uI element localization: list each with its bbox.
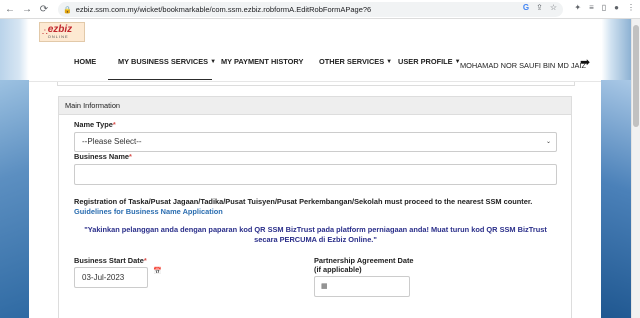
extensions-icon[interactable]: ✦: [574, 3, 581, 12]
left-decoration: [0, 80, 29, 318]
back-icon[interactable]: ←: [3, 2, 17, 16]
menu-other-services-label: OTHER SERVICES: [319, 57, 385, 66]
ezbiz-logo[interactable]: ∴ ezbiz ONLINE: [39, 22, 85, 42]
calendar-icon[interactable]: 📅: [153, 267, 162, 275]
partnership-date-label-2: (if applicable): [314, 265, 362, 274]
lock-icon: 🔒: [63, 6, 72, 14]
user-name: MOHAMAD NOR SAUFI BIN MD JAIZ: [460, 61, 587, 70]
chevron-down-icon: ⌄: [545, 139, 551, 145]
business-name-input[interactable]: [74, 164, 557, 185]
panel-heading: Main Information: [59, 97, 571, 115]
media-icon[interactable]: ≡: [589, 3, 594, 12]
promo-line-1: "Yakinkan pelanggan anda dengan paparan …: [84, 225, 547, 234]
share-icon[interactable]: ⇪: [536, 3, 543, 12]
menu-icon[interactable]: ⋮: [627, 3, 635, 12]
reload-icon[interactable]: ⟳: [37, 2, 51, 16]
right-decoration: [601, 80, 631, 318]
name-type-selected: --Please Select--: [82, 137, 142, 146]
name-type-select[interactable]: --Please Select-- ⌄: [74, 132, 557, 152]
sidepanel-icon[interactable]: ▯: [602, 3, 606, 12]
main-content: Main Information Name Type* --Please Sel…: [29, 81, 601, 318]
url-text: ezbiz.ssm.com.my/wicket/bookmarkable/com…: [75, 5, 372, 14]
business-name-label: Business Name*: [74, 152, 132, 161]
menu-home-label: HOME: [74, 57, 97, 66]
menu-user-profile[interactable]: USER PROFILE ▼: [398, 57, 461, 66]
required-mark: *: [112, 120, 116, 129]
main-menu: HOME MY BUSINESS SERVICES ▼ MY PAYMENT H…: [29, 53, 601, 81]
promo-line-2: secara PERCUMA di Ezbiz Online.": [254, 235, 377, 244]
required-mark: *: [129, 152, 132, 161]
scrollbar-thumb[interactable]: [633, 25, 639, 127]
menu-my-payment-history[interactable]: MY PAYMENT HISTORY: [221, 57, 303, 66]
active-menu-underline: [108, 79, 212, 80]
profile-icon[interactable]: ●: [614, 3, 619, 12]
partnership-date-input[interactable]: ▦: [314, 276, 410, 297]
start-date-input[interactable]: 03-Jul-2023: [74, 267, 148, 288]
logo-dots-icon: ∴: [42, 26, 48, 37]
menu-my-payment-history-label: MY PAYMENT HISTORY: [221, 57, 304, 66]
chevron-down-icon: ▼: [210, 58, 217, 65]
google-icon[interactable]: G: [523, 3, 529, 12]
partnership-date-label-1: Partnership Agreement Date: [314, 256, 414, 265]
star-icon[interactable]: ☆: [550, 3, 557, 12]
page-scrollbar[interactable]: [631, 19, 640, 318]
tab-strip: [57, 82, 575, 86]
biztrust-promo: "Yakinkan pelanggan anda dengan paparan …: [74, 225, 557, 245]
counter-notice: Registration of Taska/Pusat Jagaan/Tadik…: [74, 197, 533, 206]
menu-home[interactable]: HOME: [74, 57, 96, 66]
menu-user-profile-label: USER PROFILE: [398, 57, 453, 66]
chevron-down-icon: ▼: [386, 58, 393, 65]
sign-out-icon[interactable]: ➡: [577, 55, 593, 69]
required-mark: *: [143, 256, 147, 265]
site-header: ∴ ezbiz ONLINE HOME MY BUSINESS SERVICES…: [29, 19, 601, 81]
menu-other-services[interactable]: OTHER SERVICES ▼: [319, 57, 392, 66]
menu-my-business-services-label: MY BUSINESS SERVICES: [118, 57, 209, 66]
browser-toolbar: ← → ⟳ 🔒 ezbiz.ssm.com.my/wicket/bookmark…: [0, 0, 640, 19]
logo-sub: ONLINE: [47, 34, 69, 39]
calendar-icon: ▦: [321, 283, 328, 290]
start-date-label: Business Start Date*: [74, 256, 147, 265]
name-type-label: Name Type*: [74, 120, 116, 129]
forward-icon[interactable]: →: [20, 2, 34, 16]
guidelines-link[interactable]: Guidelines for Business Name Application: [74, 207, 223, 216]
address-bar[interactable]: 🔒 ezbiz.ssm.com.my/wicket/bookmarkable/c…: [58, 2, 563, 17]
menu-my-business-services[interactable]: MY BUSINESS SERVICES ▼: [118, 57, 216, 66]
